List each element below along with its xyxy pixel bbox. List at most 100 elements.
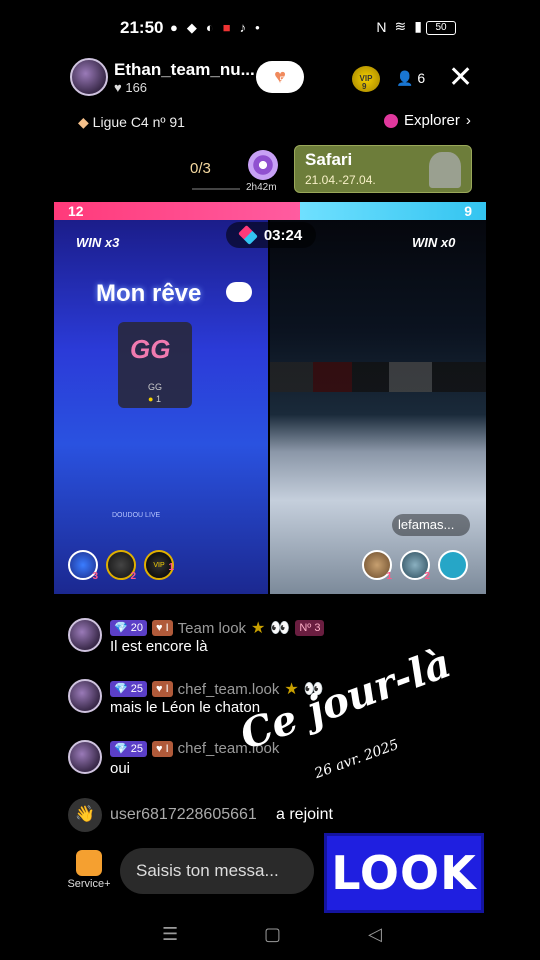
host-name[interactable]: Ethan_team_nu... bbox=[114, 60, 255, 80]
rhino-icon bbox=[429, 152, 461, 188]
coin-icon: ● bbox=[148, 394, 154, 404]
empty-seat-icon[interactable] bbox=[438, 550, 468, 580]
overlay-date: 26 avr. 2025 bbox=[312, 736, 401, 782]
look-logo: LOOK bbox=[324, 833, 484, 913]
watermark: DOUDOU LIVE bbox=[112, 512, 161, 519]
chat-username[interactable]: Team look bbox=[178, 620, 246, 637]
joined-text: a rejoint bbox=[276, 806, 333, 823]
right-top-gifters: 1 2 bbox=[362, 550, 468, 582]
chat-avatar[interactable] bbox=[68, 740, 102, 774]
gift-name: GG bbox=[148, 382, 163, 392]
right-video-panel[interactable] bbox=[270, 220, 486, 594]
left-score: 12 bbox=[68, 203, 84, 219]
back-icon[interactable]: ◁ bbox=[368, 924, 382, 945]
nfc-icon: N bbox=[376, 18, 387, 35]
battle-timer: 03:24 bbox=[226, 222, 316, 248]
counter-underline bbox=[192, 188, 240, 190]
snapchat-icon: ● bbox=[170, 20, 178, 35]
gifter-avatar[interactable]: 2 bbox=[400, 550, 430, 582]
target-icon[interactable] bbox=[248, 150, 278, 180]
battle-icon bbox=[237, 225, 258, 245]
gifter-vip-label: VIP bbox=[153, 562, 165, 569]
vip-level: 9 bbox=[362, 82, 367, 91]
diamond-level: 25 bbox=[130, 742, 144, 755]
gifter-rank: 3 bbox=[92, 571, 98, 582]
heart-level: I bbox=[165, 742, 169, 755]
heart-badge: ♥ I bbox=[152, 740, 173, 757]
left-score-bar: 12 bbox=[54, 202, 301, 220]
rank-counter[interactable]: 0/3 bbox=[190, 160, 211, 177]
notification-icons: ● ◆ ◐ ■ ♪ • bbox=[170, 20, 260, 36]
diamond-badge: 💎 25 bbox=[110, 681, 148, 697]
rank-timer: 2h42m bbox=[246, 182, 277, 193]
heart-level: I bbox=[165, 622, 169, 634]
diamond-level: 25 bbox=[130, 683, 144, 695]
tiktok-icon: ♪ bbox=[239, 20, 247, 35]
league-label[interactable]: ◆ Ligue C4 nº 91 bbox=[78, 114, 185, 131]
close-button[interactable]: ✕ bbox=[448, 60, 473, 95]
host-likes-count: 166 bbox=[125, 80, 148, 95]
messenger-icon: ◐ bbox=[205, 20, 214, 35]
logo-text: LOOK bbox=[331, 846, 477, 900]
wifi-icon: ≋ bbox=[394, 18, 407, 34]
person-icon: 👤 bbox=[396, 70, 414, 86]
chat-text: oui bbox=[110, 760, 131, 777]
heart-badge: ♥ I bbox=[152, 681, 173, 697]
gifter-rank: 2 bbox=[130, 571, 136, 582]
safari-title: Safari bbox=[305, 150, 353, 169]
chat-username[interactable]: chef_team.look bbox=[178, 681, 280, 698]
chat-avatar[interactable] bbox=[68, 618, 102, 652]
follow-heart-button[interactable]: ♥ 5 bbox=[256, 61, 304, 93]
host-avatar[interactable] bbox=[70, 58, 108, 96]
explorer-icon bbox=[384, 113, 398, 128]
safari-event-card[interactable]: Safari 21.04.-27.04. bbox=[294, 145, 472, 193]
heart-badge: ♥ I bbox=[152, 620, 173, 636]
diamond-badge: 💎 20 bbox=[110, 620, 148, 636]
service-label: Service+ bbox=[67, 878, 111, 890]
explorer-label: Explorer bbox=[404, 112, 460, 129]
explorer-button[interactable]: Explorer › bbox=[384, 112, 471, 129]
cars-scene bbox=[270, 362, 486, 392]
eyes-icon: 👀 bbox=[270, 620, 291, 637]
overlay-title: Ce jour-là bbox=[233, 639, 457, 759]
opponent-name-pill[interactable]: lefamas... bbox=[392, 514, 470, 536]
gift-count-value: 1 bbox=[155, 394, 161, 404]
status-bar: 21:50 ● ◆ ◐ ■ ♪ • N ≋ ▮ 50 bbox=[0, 0, 540, 56]
gifter-avatar[interactable]: 2 bbox=[106, 550, 136, 582]
menu-icon[interactable]: ☰ bbox=[162, 924, 178, 945]
star-icon: ★ bbox=[251, 620, 266, 637]
gift-card[interactable]: GG GG ● 1 bbox=[118, 322, 192, 408]
diamond-badge: 💎 25 bbox=[110, 740, 148, 757]
heart-count: 5 bbox=[279, 75, 285, 85]
sos-icon: ■ bbox=[222, 20, 231, 35]
diamond-level: 20 bbox=[130, 622, 144, 634]
service-button[interactable]: Service+ bbox=[66, 850, 112, 890]
chat-text: Il est encore là bbox=[110, 638, 208, 655]
chevron-right-icon: › bbox=[465, 112, 471, 129]
gifter-rank: 1 bbox=[168, 562, 174, 573]
cloud-icon bbox=[226, 282, 252, 302]
vip-icon[interactable]: VIP 9 bbox=[352, 66, 380, 92]
gift-logo: GG bbox=[130, 334, 171, 364]
left-win-count: WIN x3 bbox=[76, 235, 120, 250]
service-icon bbox=[76, 850, 102, 876]
viewer-count-value: 6 bbox=[417, 70, 426, 86]
host-likes: ♥ 166 bbox=[114, 80, 147, 95]
signal-icon: ▮ bbox=[414, 18, 422, 34]
heart-icon: ♥ bbox=[114, 80, 122, 95]
dot-icon: • bbox=[255, 20, 260, 35]
chat-avatar[interactable] bbox=[68, 679, 102, 713]
home-icon[interactable]: ▢ bbox=[264, 924, 281, 945]
right-score: 9 bbox=[464, 203, 472, 219]
battle-timer-value: 03:24 bbox=[263, 226, 303, 244]
gifter-avatar[interactable]: 1 bbox=[362, 550, 392, 582]
message-input[interactable] bbox=[120, 848, 314, 894]
safari-dates: 21.04.-27.04. bbox=[305, 173, 376, 187]
gifter-avatar[interactable]: VIP 1 bbox=[144, 550, 174, 580]
viewer-count[interactable]: 👤 6 bbox=[396, 70, 425, 87]
joined-username[interactable]: user6817228605661 bbox=[110, 806, 257, 824]
discord-icon: ◆ bbox=[186, 20, 197, 35]
league-text: Ligue C4 nº 91 bbox=[92, 114, 185, 130]
gifter-avatar[interactable]: 3 bbox=[68, 550, 98, 582]
signal-icons: N ≋ ▮ bbox=[376, 18, 422, 35]
